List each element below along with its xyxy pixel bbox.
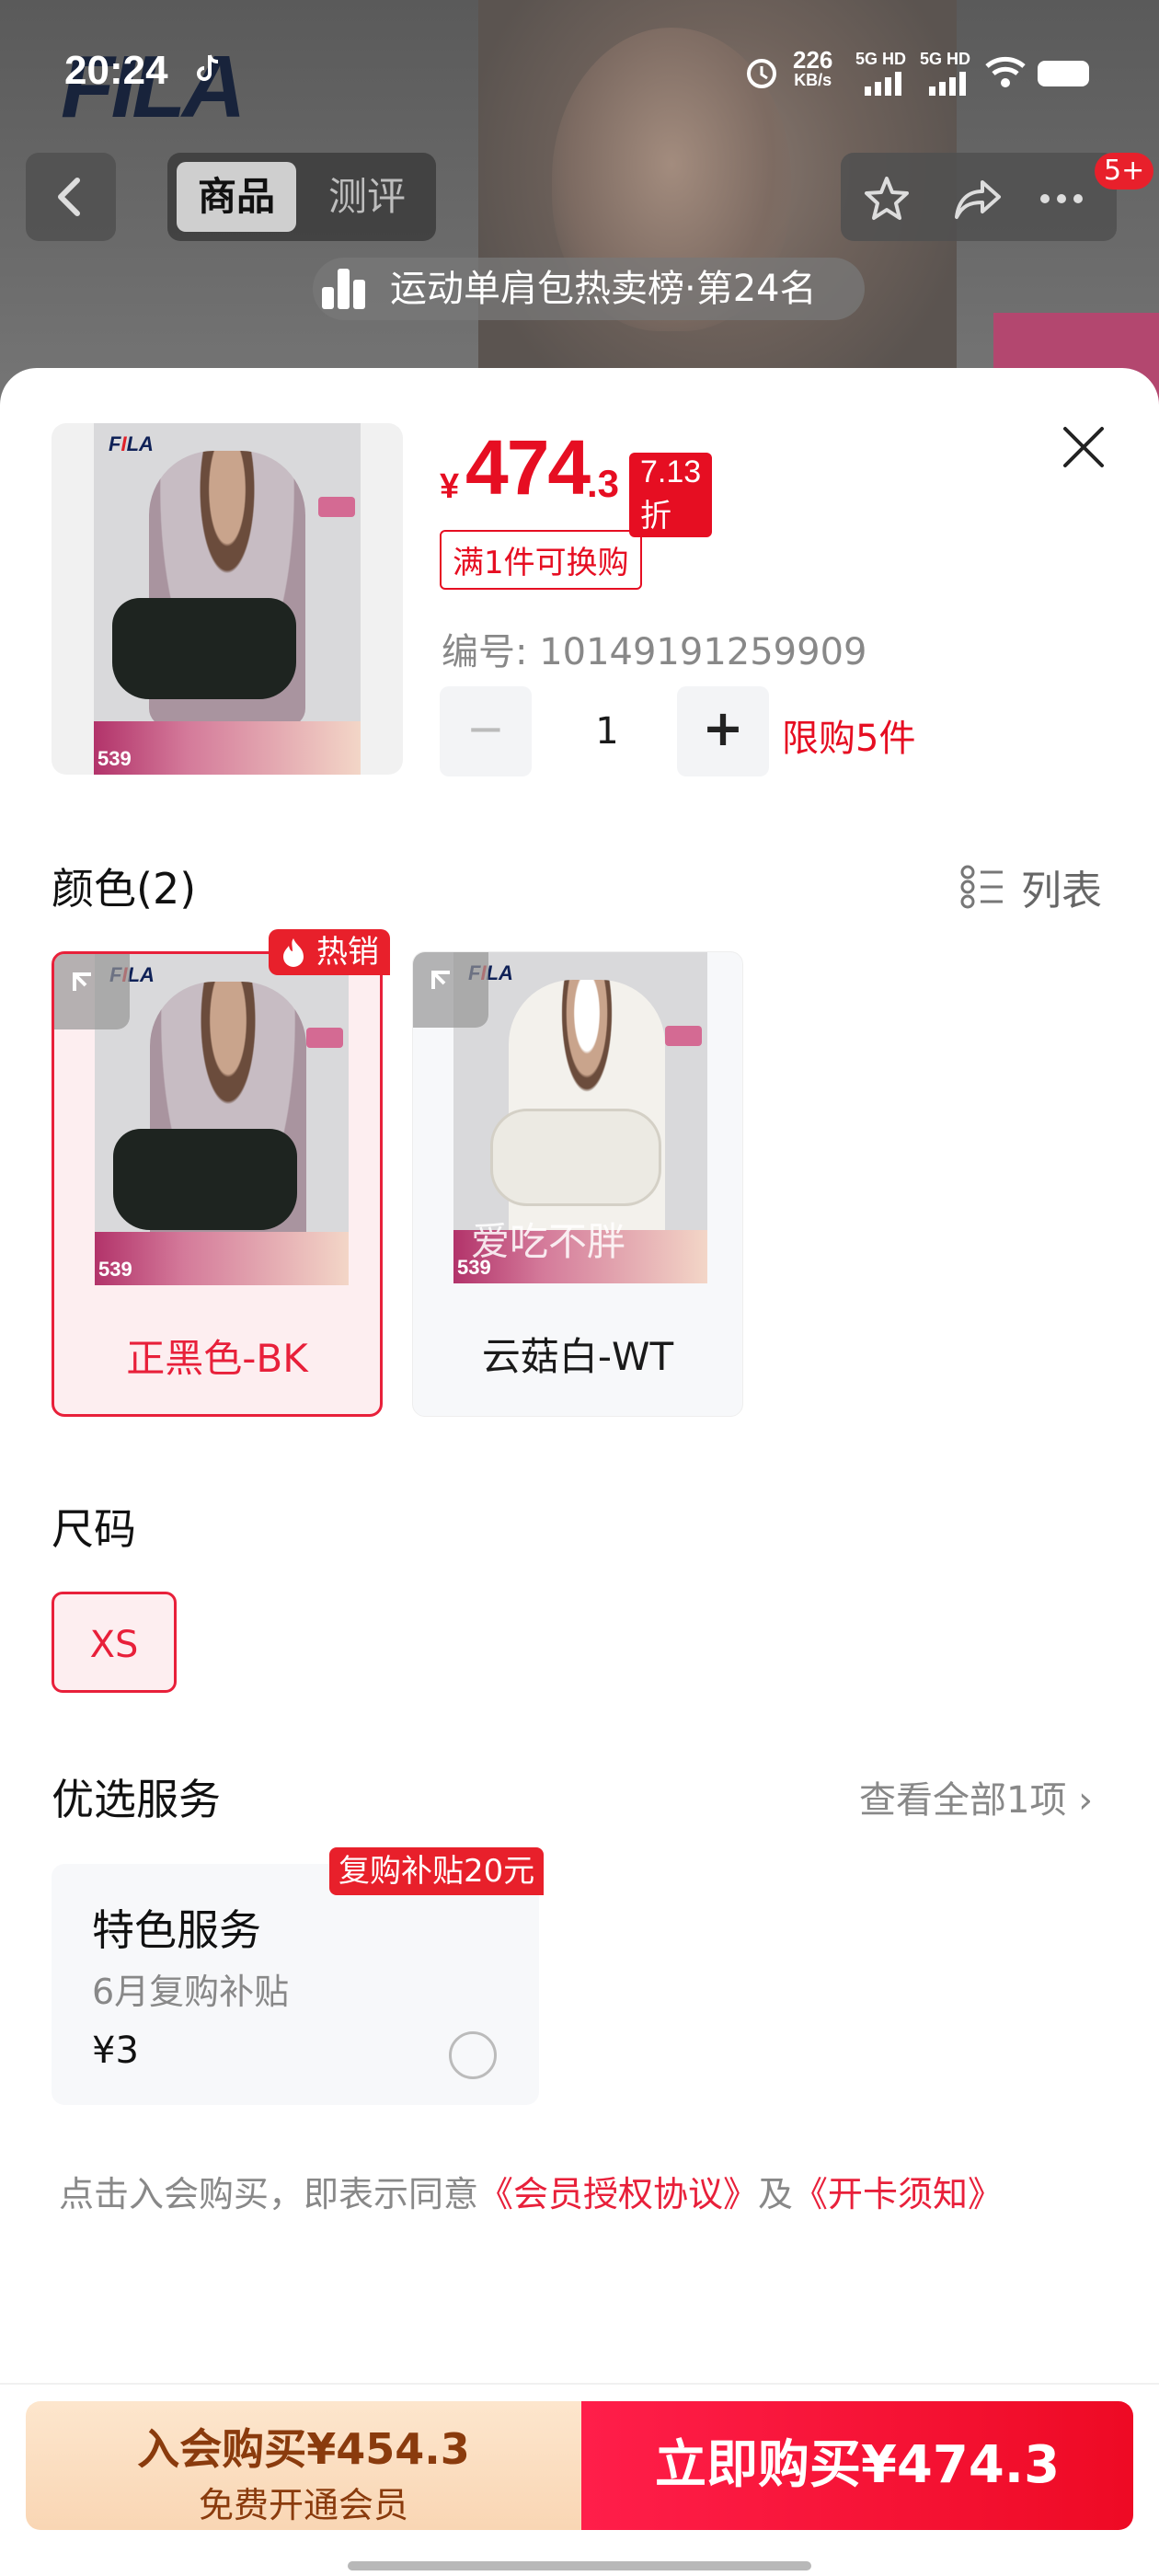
service-subsidy-tag: 复购补贴20元: [329, 1847, 545, 1895]
promo-logo: [665, 1026, 702, 1046]
color-label-black: 正黑色-BK: [126, 1336, 308, 1381]
expand-icon: [431, 971, 450, 989]
expand-image-button[interactable]: [54, 954, 130, 1029]
ranking-bars-icon: [322, 269, 365, 309]
member-buy-label: 入会购买¥454.3: [137, 2424, 470, 2474]
promo-logo: [318, 497, 355, 517]
price-decimal: .3: [587, 462, 620, 505]
agreement-and: 及: [758, 2174, 794, 2214]
watermark-text: 爱吃不胖: [471, 1219, 626, 1264]
speed-unit: KB/s: [794, 71, 832, 89]
exchange-tag: 满1件可换购: [440, 530, 642, 590]
price-integer: 474: [465, 424, 591, 511]
hot-sale-badge: 热销: [269, 929, 390, 975]
more-icon[interactable]: [1036, 173, 1087, 224]
purchase-limit: 限购5件: [782, 718, 916, 760]
tab-reviews[interactable]: 测评: [307, 162, 427, 232]
agreement-prefix: 点击入会购买，即表示同意: [59, 2174, 479, 2214]
bag-figure: [112, 598, 296, 699]
discount-badge: 7.13折: [629, 453, 713, 537]
quantity-value[interactable]: 1: [570, 686, 644, 776]
signal-bars-2-icon: [929, 72, 966, 96]
member-authorization-link[interactable]: 《会员授权协议》: [478, 2174, 758, 2214]
wifi-icon: [985, 56, 1026, 87]
service-name: 特色服务: [92, 1905, 261, 1955]
image-price: 539: [98, 1258, 132, 1281]
promo-logo: [306, 1028, 343, 1048]
status-time: 20:24: [64, 48, 168, 93]
close-icon[interactable]: [1056, 420, 1111, 475]
bag-figure: [113, 1129, 297, 1230]
size-option-xs[interactable]: XS: [52, 1592, 177, 1693]
ranking-banner[interactable]: 运动单肩包热卖榜·第24名: [313, 258, 865, 320]
ranking-text: 运动单肩包热卖榜·第24名: [390, 268, 817, 310]
back-button[interactable]: [26, 153, 116, 241]
color-option-black[interactable]: FILA 539 正黑色-BK: [52, 951, 383, 1417]
quantity-decrease-button[interactable]: −: [440, 686, 532, 776]
color-option-white[interactable]: FILA 539 云菇白-WT: [412, 951, 743, 1417]
signal-bars-icon: [865, 72, 901, 96]
service-card[interactable]: 特色服务 6月复购补贴 ¥3: [52, 1864, 539, 2105]
join-member-buy-button[interactable]: 入会购买¥454.3 免费开通会员: [26, 2401, 581, 2530]
star-icon[interactable]: [861, 173, 912, 224]
service-subtitle: 6月复购补贴: [92, 1972, 290, 2012]
view-all-services-link[interactable]: 查看全部1项 ›: [859, 1770, 1093, 1823]
sku-selector-sheet: FILA 539 ¥ 474 .3 7.13折 满1件可换购 编号: 10149…: [0, 368, 1159, 2576]
service-select-radio[interactable]: [449, 2031, 497, 2079]
size-section-title: 尺码: [52, 1504, 136, 1554]
list-view-label: 列表: [1021, 868, 1102, 914]
price-currency: ¥: [440, 467, 460, 506]
buy-now-button[interactable]: 立即购买¥474.3: [581, 2401, 1133, 2530]
color-section-title: 颜色(2): [52, 864, 197, 914]
tiktok-icon: [197, 54, 219, 81]
alarm-icon: [747, 59, 776, 88]
flame-icon: [283, 938, 304, 967]
chevron-left-icon: [58, 178, 80, 216]
thumb-price: 539: [98, 747, 132, 770]
service-price: ¥3: [92, 2030, 139, 2072]
promo-strip: 539: [94, 721, 361, 775]
thumbnail-image: FILA 539: [94, 423, 361, 775]
share-icon[interactable]: [951, 173, 1003, 224]
signal-2-label: 5G HD: [920, 50, 971, 68]
card-notice-link[interactable]: 《开卡须知》: [793, 2174, 1003, 2214]
signal-1-label: 5G HD: [855, 50, 907, 68]
page-tabs: 商品 测评: [167, 153, 436, 241]
hot-sale-label: 热销: [316, 934, 379, 971]
list-icon: [960, 865, 1003, 909]
top-actions: [841, 153, 1117, 241]
promo-strip: 539: [95, 1232, 349, 1285]
fila-logo: FILA: [109, 432, 154, 455]
service-section-title: 优选服务: [52, 1775, 221, 1824]
member-free-label: 免费开通会员: [198, 2485, 408, 2525]
expand-image-button[interactable]: [413, 952, 488, 1028]
battery-icon: [1038, 61, 1089, 86]
product-thumbnail[interactable]: FILA 539: [52, 423, 403, 775]
speed-value: 226: [793, 46, 833, 74]
quantity-increase-button[interactable]: +: [677, 686, 769, 776]
tab-product[interactable]: 商品: [177, 162, 296, 232]
home-indicator[interactable]: [348, 2561, 811, 2570]
message-badge: 5+: [1095, 153, 1154, 190]
member-agreement: 点击入会购买，即表示同意《会员授权协议》及《开卡须知》: [59, 2166, 1003, 2216]
color-image-black: FILA 539: [95, 954, 349, 1285]
network-speed: 226 KB/s: [793, 46, 833, 90]
color-label-white: 云菇白-WT: [481, 1334, 674, 1379]
bag-figure: [490, 1109, 661, 1206]
product-code: 编号: 10149191259909: [442, 631, 867, 673]
status-bar: 20:24 226 KB/s 5G HD 5G HD: [0, 44, 1159, 99]
expand-icon: [73, 972, 91, 991]
bottom-divider: [0, 2383, 1159, 2385]
